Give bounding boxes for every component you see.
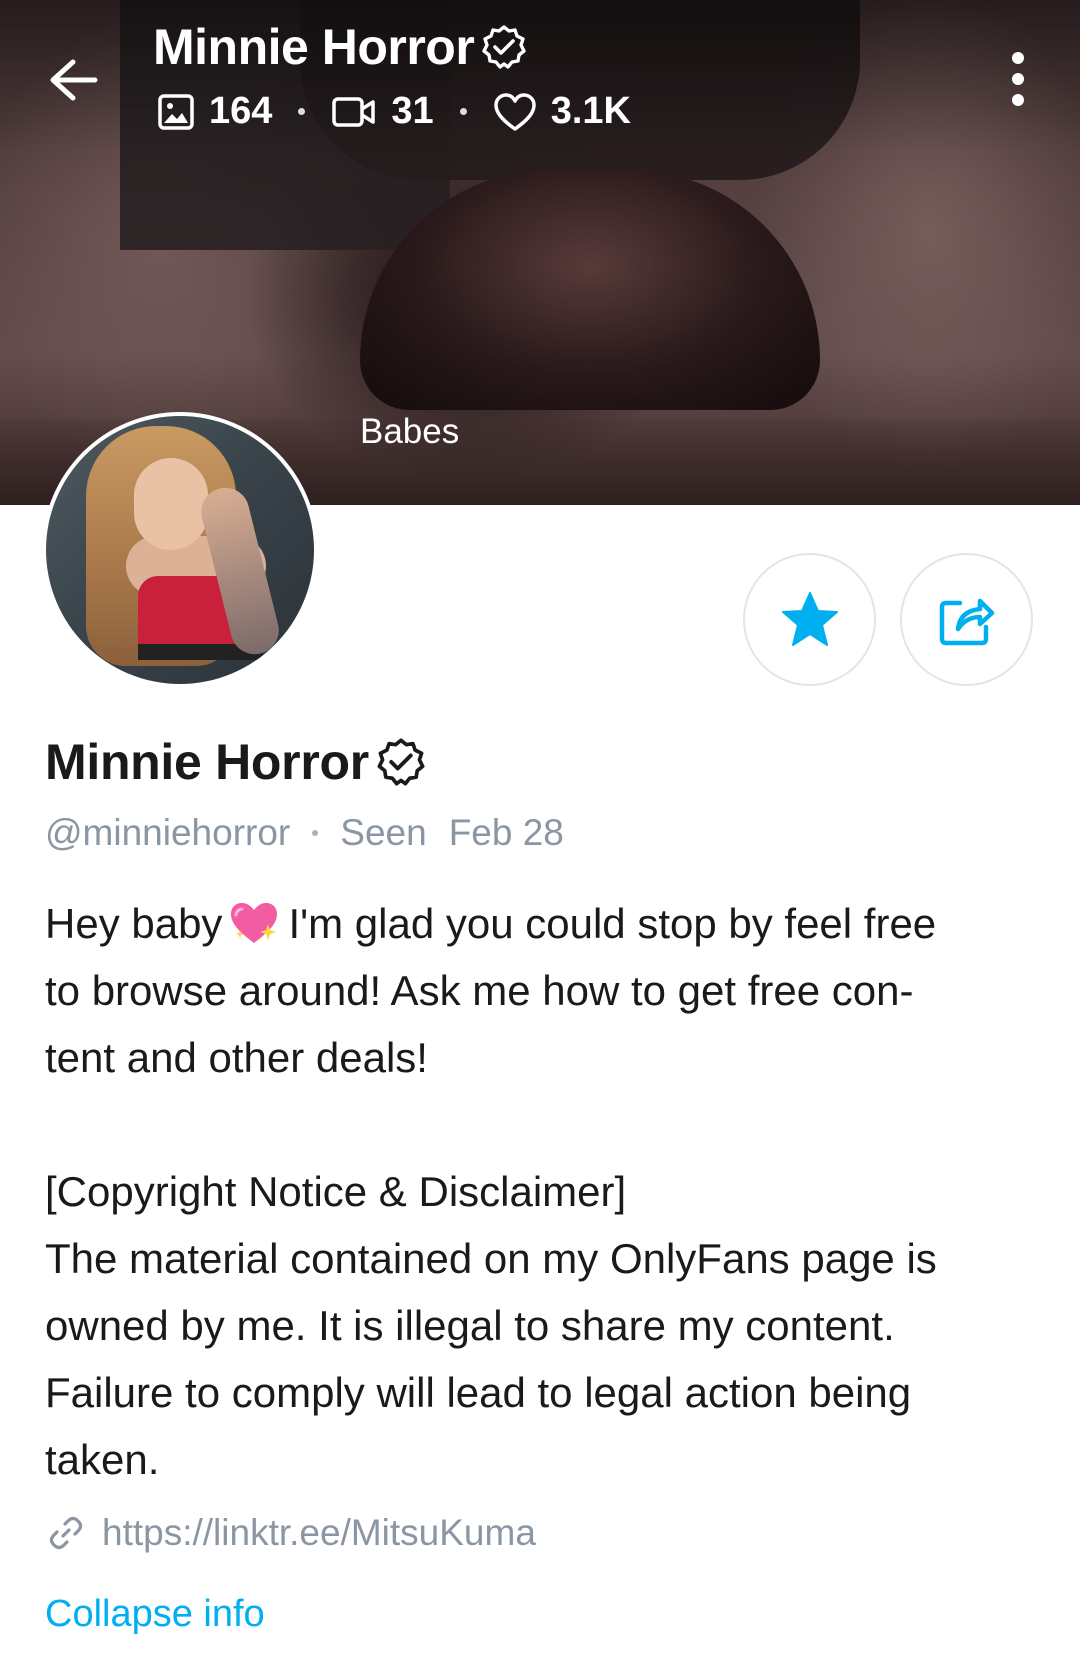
header-title: Minnie Horror [153, 19, 475, 75]
bio-text: to browse around! Ask me how to get free… [45, 967, 914, 1014]
seen-date: Feb 28 [448, 812, 564, 853]
sparkling-heart-emoji [231, 903, 278, 943]
photos-stat[interactable]: 164 [157, 90, 272, 133]
bio-text: owned by me. It is illegal to share my c… [45, 1302, 895, 1349]
meta-separator [312, 830, 319, 836]
verified-badge-icon [482, 25, 526, 69]
verified-badge-icon [377, 738, 425, 786]
likes-count: 3.1K [550, 90, 631, 132]
stats-separator [459, 108, 467, 115]
bio-text: taken. [45, 1436, 160, 1483]
share-button[interactable] [900, 553, 1033, 686]
likes-stat: 3.1K [493, 90, 631, 133]
profile-handle: @minniehorror [45, 812, 291, 853]
star-icon [781, 591, 838, 646]
videos-stat[interactable]: 31 [331, 90, 434, 133]
photos-count: 164 [209, 90, 273, 132]
link-icon [49, 1516, 83, 1550]
avatar-image [46, 416, 314, 684]
bio-text: [Copyright Notice & Disclaimer] [45, 1168, 627, 1215]
profile-link-text: https://linktr.ee/MitsuKuma [102, 1512, 536, 1553]
bio-text: Hey baby [45, 900, 223, 947]
profile-link[interactable]: https://linktr.ee/MitsuKuma [48, 1512, 536, 1554]
bio-text: I'm glad you could stop by feel free [288, 900, 937, 947]
heart-outline-icon [493, 92, 536, 131]
avatar[interactable] [42, 412, 318, 688]
stats-separator [298, 108, 306, 115]
videos-count: 31 [391, 90, 434, 132]
header-stats: 164 31 3.1K [157, 90, 631, 133]
collapse-info-button[interactable]: Collapse info [45, 1593, 265, 1636]
seen-label: Seen [340, 812, 427, 853]
more-vertical-icon [1012, 52, 1024, 64]
more-options-button[interactable] [1000, 52, 1036, 106]
back-button[interactable] [44, 50, 104, 110]
cover-label: Babes [360, 412, 460, 451]
profile-name: Minnie Horror [45, 734, 369, 790]
arrow-left-icon [50, 59, 98, 101]
favorite-button[interactable] [743, 553, 876, 686]
profile-name-row: Minnie Horror [45, 733, 427, 791]
bio-text: tent and other deals! [45, 1034, 428, 1081]
bio-text: The material contained on my OnlyFans pa… [45, 1235, 937, 1282]
profile-meta: @minniehorror Seen Feb 28 [45, 812, 564, 854]
image-icon [158, 93, 194, 130]
header-title-row: Minnie Horror [153, 18, 528, 76]
profile-bio: Hey baby I'm glad you could stop by feel… [45, 890, 1035, 1493]
bio-text: Failure to comply will lead to legal act… [45, 1369, 912, 1416]
top-bar: Minnie Horror 164 31 3.1K [0, 0, 1080, 150]
share-icon [939, 598, 994, 645]
video-icon [332, 96, 376, 127]
